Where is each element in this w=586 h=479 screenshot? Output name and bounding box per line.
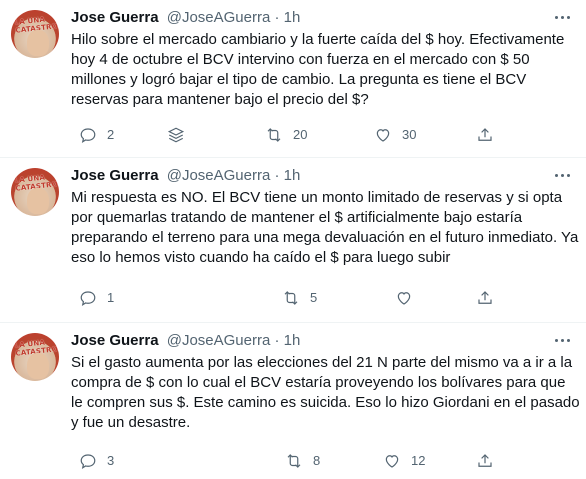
share-icon [478,291,492,304]
separator-dot: · [274,332,280,349]
heart-icon [376,129,390,142]
avatar[interactable]: LA UNA CATASTROFE [11,333,59,381]
reply-count: 2 [107,127,115,142]
share-button[interactable] [476,289,494,307]
tweet-time[interactable]: 1h [284,9,301,26]
tweet-header: Jose Guerra @JoseAGuerra · 1h [71,332,300,350]
tweet-actions: 2 20 30 [69,126,509,146]
tweet-time[interactable]: 1h [284,332,301,349]
tweet-text: Hilo sobre el mercado cambiario y la fue… [71,31,565,108]
reply-icon [80,454,96,470]
tweet[interactable]: LA UNA CATASTROFE Jose Guerra @JoseAGuer… [0,0,586,158]
tweet-text: Mi respuesta es NO. El BCV tiene un mont… [71,189,579,266]
tweet-actions: 3 8 12 [69,452,509,472]
avatar-face [27,188,49,214]
retweet-icon [267,128,281,142]
retweet-icon [284,291,298,305]
avatar-face [27,30,49,56]
retweet-count: 8 [313,453,321,468]
stack-button[interactable] [167,126,185,144]
more-options-icon[interactable] [552,170,572,180]
reply-icon [80,128,96,144]
share-icon [478,128,492,141]
retweet-button[interactable]: 5 [282,289,317,307]
share-button[interactable] [476,452,494,470]
share-button[interactable] [476,126,494,144]
share-icon [478,454,492,467]
author-name[interactable]: Jose Guerra [71,167,159,184]
stack-icon [167,127,185,143]
reply-icon [80,291,96,307]
reply-button[interactable]: 3 [79,452,114,470]
author-name[interactable]: Jose Guerra [71,332,159,349]
author-handle[interactable]: @JoseAGuerra [167,9,271,26]
tweet-actions: 1 5 [69,289,509,309]
tweet[interactable]: LA UNA CATASTROFE Jose Guerra @JoseAGuer… [0,158,586,323]
retweet-button[interactable]: 20 [265,126,307,144]
heart-icon [397,292,411,305]
like-button[interactable]: 12 [383,452,425,470]
tweet-text: Si el gasto aumenta por las elecciones d… [71,354,580,431]
author-handle[interactable]: @JoseAGuerra [167,332,271,349]
tweet[interactable]: LA UNA CATASTROFE Jose Guerra @JoseAGuer… [0,323,586,479]
more-options-icon[interactable] [552,12,572,22]
separator-dot: · [274,167,280,184]
tweet-header: Jose Guerra @JoseAGuerra · 1h [71,9,300,27]
retweet-count: 20 [293,127,308,142]
tweet-time[interactable]: 1h [284,167,301,184]
avatar[interactable]: LA UNA CATASTROFE [11,10,59,58]
avatar[interactable]: LA UNA CATASTROFE [11,168,59,216]
reply-button[interactable]: 1 [79,289,114,307]
separator-dot: · [274,9,280,26]
retweet-count: 5 [310,290,318,305]
like-button[interactable]: 30 [374,126,416,144]
retweet-icon [287,454,301,468]
reply-button[interactable]: 2 [79,126,114,144]
like-count: 12 [411,453,426,468]
retweet-button[interactable]: 8 [285,452,320,470]
avatar-face [27,353,49,379]
like-count: 30 [402,127,417,142]
like-button[interactable] [395,289,423,307]
tweet-header: Jose Guerra @JoseAGuerra · 1h [71,167,300,185]
author-handle[interactable]: @JoseAGuerra [167,167,271,184]
heart-icon [385,455,399,468]
author-name[interactable]: Jose Guerra [71,9,159,26]
more-options-icon[interactable] [552,335,572,345]
reply-count: 3 [107,453,115,468]
reply-count: 1 [107,290,115,305]
